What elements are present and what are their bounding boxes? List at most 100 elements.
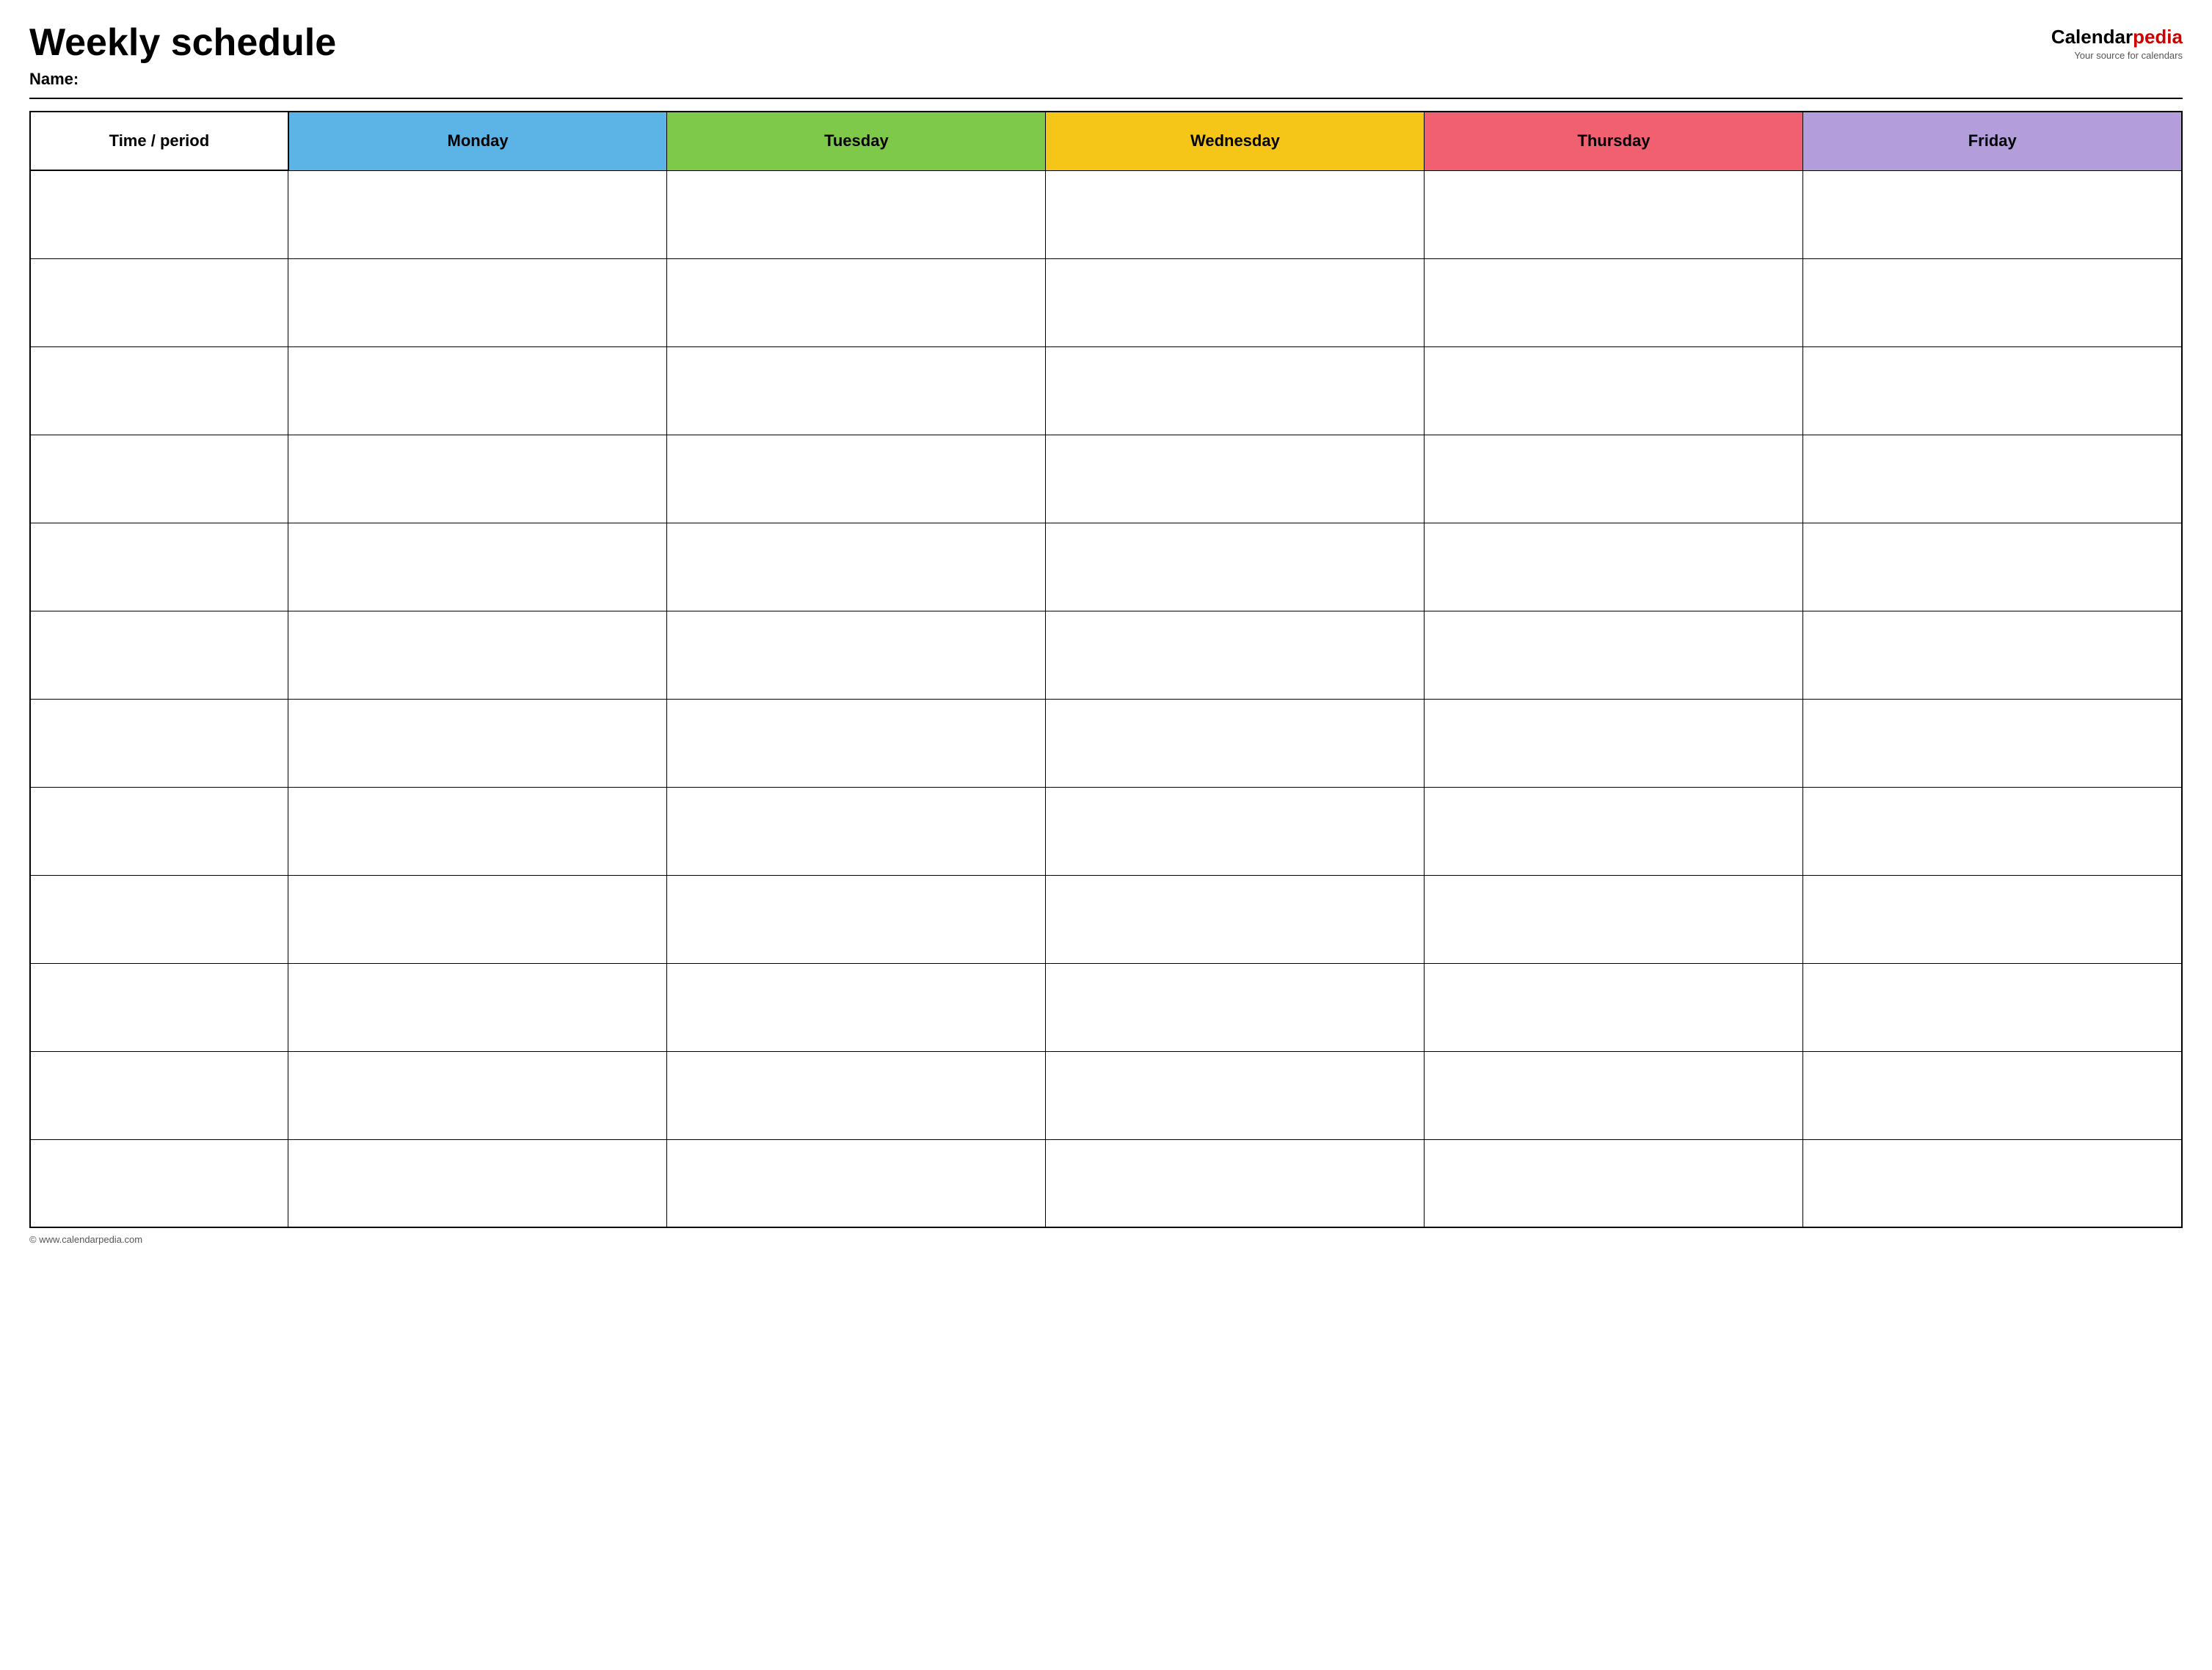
time-cell[interactable] — [30, 963, 288, 1051]
day-cell[interactable] — [1425, 346, 1803, 435]
table-row — [30, 170, 2182, 258]
day-cell[interactable] — [1425, 1051, 1803, 1139]
day-cell[interactable] — [1046, 787, 1425, 875]
header-tuesday: Tuesday — [667, 112, 1046, 170]
day-cell[interactable] — [288, 611, 667, 699]
day-cell[interactable] — [667, 346, 1046, 435]
day-cell[interactable] — [1046, 611, 1425, 699]
table-row — [30, 875, 2182, 963]
day-cell[interactable] — [667, 258, 1046, 346]
header-monday: Monday — [288, 112, 667, 170]
day-cell[interactable] — [1046, 963, 1425, 1051]
time-cell[interactable] — [30, 170, 288, 258]
table-row — [30, 611, 2182, 699]
day-cell[interactable] — [1803, 435, 2182, 523]
table-row — [30, 1051, 2182, 1139]
footer: © www.calendarpedia.com — [29, 1234, 2183, 1245]
header-thursday: Thursday — [1425, 112, 1803, 170]
day-cell[interactable] — [1803, 346, 2182, 435]
day-cell[interactable] — [1046, 523, 1425, 611]
day-cell[interactable] — [667, 523, 1046, 611]
day-cell[interactable] — [1046, 170, 1425, 258]
time-cell[interactable] — [30, 611, 288, 699]
time-cell[interactable] — [30, 1051, 288, 1139]
day-cell[interactable] — [667, 435, 1046, 523]
table-row — [30, 699, 2182, 787]
logo-calendar: Calendar — [2051, 26, 2133, 48]
table-row — [30, 435, 2182, 523]
time-cell[interactable] — [30, 258, 288, 346]
day-cell[interactable] — [1046, 258, 1425, 346]
day-cell[interactable] — [1046, 1139, 1425, 1227]
day-cell[interactable] — [288, 963, 667, 1051]
day-cell[interactable] — [1803, 699, 2182, 787]
day-cell[interactable] — [667, 1139, 1046, 1227]
day-cell[interactable] — [1803, 611, 2182, 699]
day-cell[interactable] — [1425, 875, 1803, 963]
day-cell[interactable] — [288, 1051, 667, 1139]
table-row — [30, 787, 2182, 875]
time-cell[interactable] — [30, 699, 288, 787]
day-cell[interactable] — [288, 1139, 667, 1227]
day-cell[interactable] — [288, 346, 667, 435]
day-cell[interactable] — [1046, 699, 1425, 787]
day-cell[interactable] — [667, 611, 1046, 699]
day-cell[interactable] — [288, 523, 667, 611]
header-time: Time / period — [30, 112, 288, 170]
logo-section: Calendarpedia Your source for calendars — [2051, 22, 2183, 61]
day-cell[interactable] — [1046, 346, 1425, 435]
day-cell[interactable] — [667, 787, 1046, 875]
footer-text: © www.calendarpedia.com — [29, 1234, 142, 1245]
header-divider — [29, 98, 2183, 99]
day-cell[interactable] — [1425, 523, 1803, 611]
time-cell[interactable] — [30, 1139, 288, 1227]
time-cell[interactable] — [30, 875, 288, 963]
day-cell[interactable] — [1425, 170, 1803, 258]
day-cell[interactable] — [1425, 611, 1803, 699]
name-label: Name: — [29, 70, 336, 89]
day-cell[interactable] — [667, 170, 1046, 258]
table-row — [30, 523, 2182, 611]
day-cell[interactable] — [1803, 787, 2182, 875]
day-cell[interactable] — [1425, 1139, 1803, 1227]
table-row — [30, 963, 2182, 1051]
day-cell[interactable] — [1425, 787, 1803, 875]
day-cell[interactable] — [1803, 1051, 2182, 1139]
page-title: Weekly schedule — [29, 22, 336, 64]
day-cell[interactable] — [667, 699, 1046, 787]
day-cell[interactable] — [1803, 523, 2182, 611]
schedule-table: Time / period Monday Tuesday Wednesday T… — [29, 111, 2183, 1228]
time-cell[interactable] — [30, 787, 288, 875]
day-cell[interactable] — [288, 699, 667, 787]
day-cell[interactable] — [667, 963, 1046, 1051]
day-cell[interactable] — [1425, 258, 1803, 346]
day-cell[interactable] — [1425, 963, 1803, 1051]
title-section: Weekly schedule Name: — [29, 22, 336, 89]
page-header: Weekly schedule Name: Calendarpedia Your… — [29, 22, 2183, 89]
logo-text: Calendarpedia — [2051, 26, 2183, 48]
day-cell[interactable] — [1803, 875, 2182, 963]
day-cell[interactable] — [288, 435, 667, 523]
table-header-row: Time / period Monday Tuesday Wednesday T… — [30, 112, 2182, 170]
day-cell[interactable] — [1046, 875, 1425, 963]
time-cell[interactable] — [30, 523, 288, 611]
day-cell[interactable] — [1046, 435, 1425, 523]
day-cell[interactable] — [667, 1051, 1046, 1139]
day-cell[interactable] — [1046, 1051, 1425, 1139]
time-cell[interactable] — [30, 435, 288, 523]
day-cell[interactable] — [1803, 170, 2182, 258]
day-cell[interactable] — [288, 787, 667, 875]
day-cell[interactable] — [288, 170, 667, 258]
time-cell[interactable] — [30, 346, 288, 435]
header-wednesday: Wednesday — [1046, 112, 1425, 170]
day-cell[interactable] — [1803, 963, 2182, 1051]
table-row — [30, 346, 2182, 435]
day-cell[interactable] — [667, 875, 1046, 963]
day-cell[interactable] — [1803, 258, 2182, 346]
table-row — [30, 1139, 2182, 1227]
day-cell[interactable] — [288, 875, 667, 963]
day-cell[interactable] — [288, 258, 667, 346]
day-cell[interactable] — [1803, 1139, 2182, 1227]
day-cell[interactable] — [1425, 699, 1803, 787]
day-cell[interactable] — [1425, 435, 1803, 523]
